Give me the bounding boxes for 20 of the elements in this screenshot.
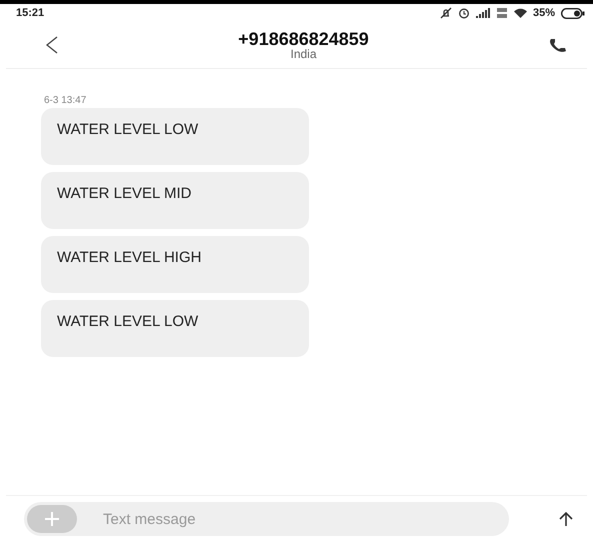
message-field[interactable]: Text message	[24, 502, 509, 536]
back-button[interactable]	[46, 36, 58, 54]
message-bubble: WATER LEVEL LOW	[41, 108, 309, 165]
plus-icon	[44, 511, 60, 527]
message-bubble: WATER LEVEL LOW	[41, 300, 309, 357]
contact-country: India	[289, 48, 318, 60]
battery-percent: 35%	[532, 7, 555, 19]
clock-time: 15:21	[16, 7, 44, 19]
mute-icon	[440, 7, 452, 19]
text-input[interactable]: Text message	[101, 510, 509, 528]
alarm-icon	[458, 7, 470, 19]
contact-number: +918686824859	[237, 30, 370, 48]
battery-icon	[561, 8, 585, 18]
send-button[interactable]	[559, 512, 573, 526]
wifi-icon	[514, 8, 527, 18]
call-button[interactable]	[549, 38, 567, 52]
message-bubble: WATER LEVEL HIGH	[41, 236, 309, 293]
message-bubble: WATER LEVEL MID	[41, 172, 309, 229]
message-timestamp: 6-3 13:47	[44, 95, 88, 106]
signal-icon	[476, 8, 490, 18]
